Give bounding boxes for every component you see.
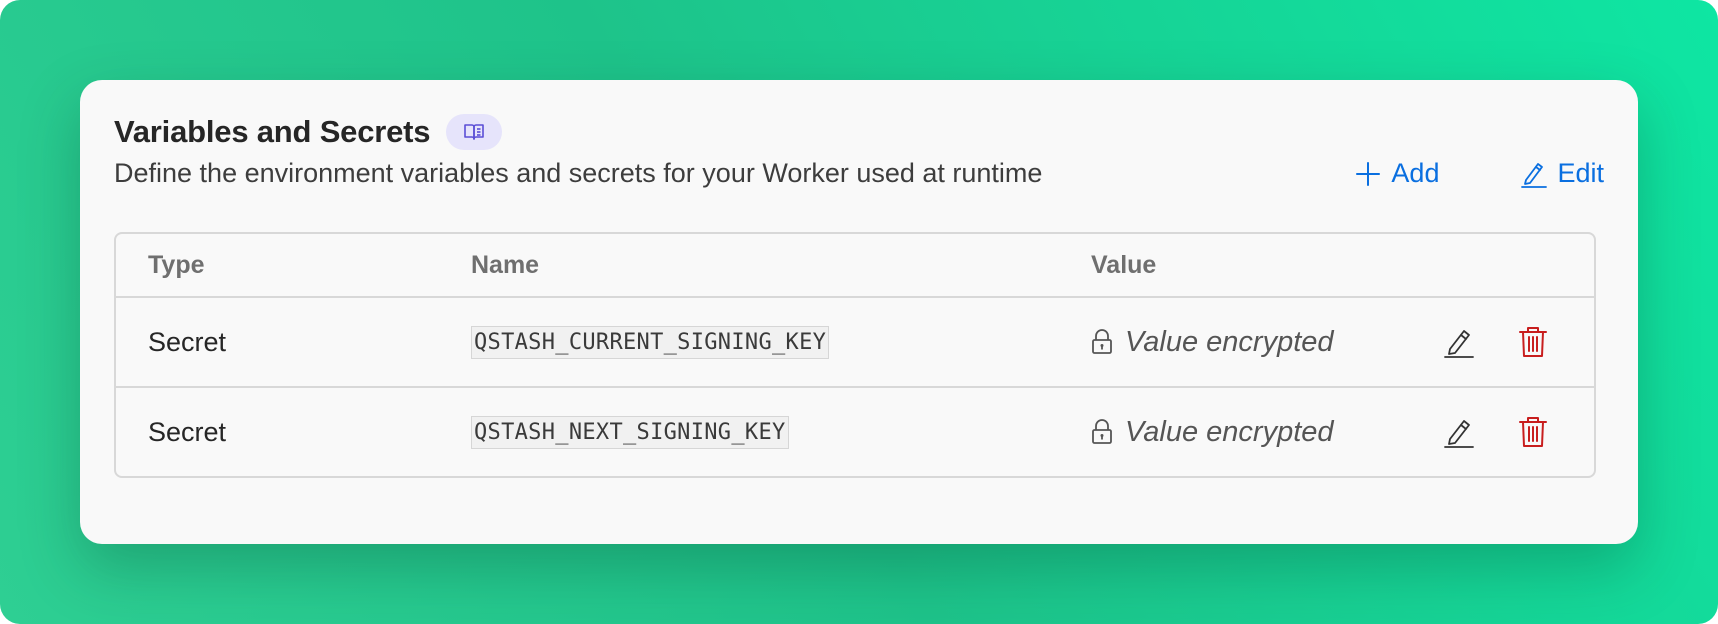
column-header-type: Type <box>148 250 205 279</box>
table-header-row: Type Name Value <box>116 234 1594 298</box>
value-encrypted-text: Value encrypted <box>1125 415 1334 448</box>
table-row: Secret QSTASH_NEXT_SIGNING_KEY Value enc… <box>116 388 1594 476</box>
delete-row-button[interactable] <box>1515 324 1551 360</box>
row-name: QSTASH_CURRENT_SIGNING_KEY <box>471 325 830 359</box>
row-type: Secret <box>148 326 227 357</box>
table-row: Secret QSTASH_CURRENT_SIGNING_KEY Value … <box>116 298 1594 388</box>
edit-button-label: Edit <box>1557 158 1604 188</box>
variables-secrets-card: Variables and Secrets Define the environ… <box>80 80 1638 544</box>
column-header-value: Value <box>1091 250 1157 279</box>
book-icon <box>464 124 485 140</box>
edit-button[interactable]: Edit <box>1521 158 1604 189</box>
pencil-icon <box>1521 162 1548 188</box>
section-title: Variables and Secrets <box>114 114 431 149</box>
title-row: Variables and Secrets <box>114 114 1604 150</box>
row-value: Value encrypted <box>1091 326 1334 359</box>
add-button-label: Add <box>1391 158 1440 188</box>
pencil-icon <box>1444 330 1474 358</box>
row-type: Secret <box>148 416 227 447</box>
plus-icon <box>1356 161 1381 186</box>
variables-table: Type Name Value Secret QSTASH_CURRENT_SI… <box>114 232 1596 478</box>
trash-icon <box>1519 327 1547 357</box>
variable-name-code: QSTASH_NEXT_SIGNING_KEY <box>471 415 789 449</box>
lock-icon <box>1092 329 1112 354</box>
page-background: Variables and Secrets Define the environ… <box>0 0 1718 624</box>
column-header-name: Name <box>471 250 540 279</box>
variable-name-code: QSTASH_CURRENT_SIGNING_KEY <box>471 325 830 359</box>
docs-link[interactable] <box>446 114 503 150</box>
edit-row-button[interactable] <box>1441 414 1477 450</box>
header-actions: Add Edit <box>1355 158 1604 189</box>
row-actions <box>1441 414 1551 450</box>
pencil-icon <box>1444 420 1474 448</box>
lock-icon <box>1092 419 1112 444</box>
value-encrypted-text: Value encrypted <box>1125 325 1334 358</box>
row-actions <box>1441 324 1551 360</box>
trash-icon <box>1519 417 1547 447</box>
row-name: QSTASH_NEXT_SIGNING_KEY <box>471 415 789 449</box>
delete-row-button[interactable] <box>1515 414 1551 450</box>
add-button[interactable]: Add <box>1355 158 1439 189</box>
edit-row-button[interactable] <box>1441 324 1477 360</box>
row-value: Value encrypted <box>1091 416 1334 449</box>
